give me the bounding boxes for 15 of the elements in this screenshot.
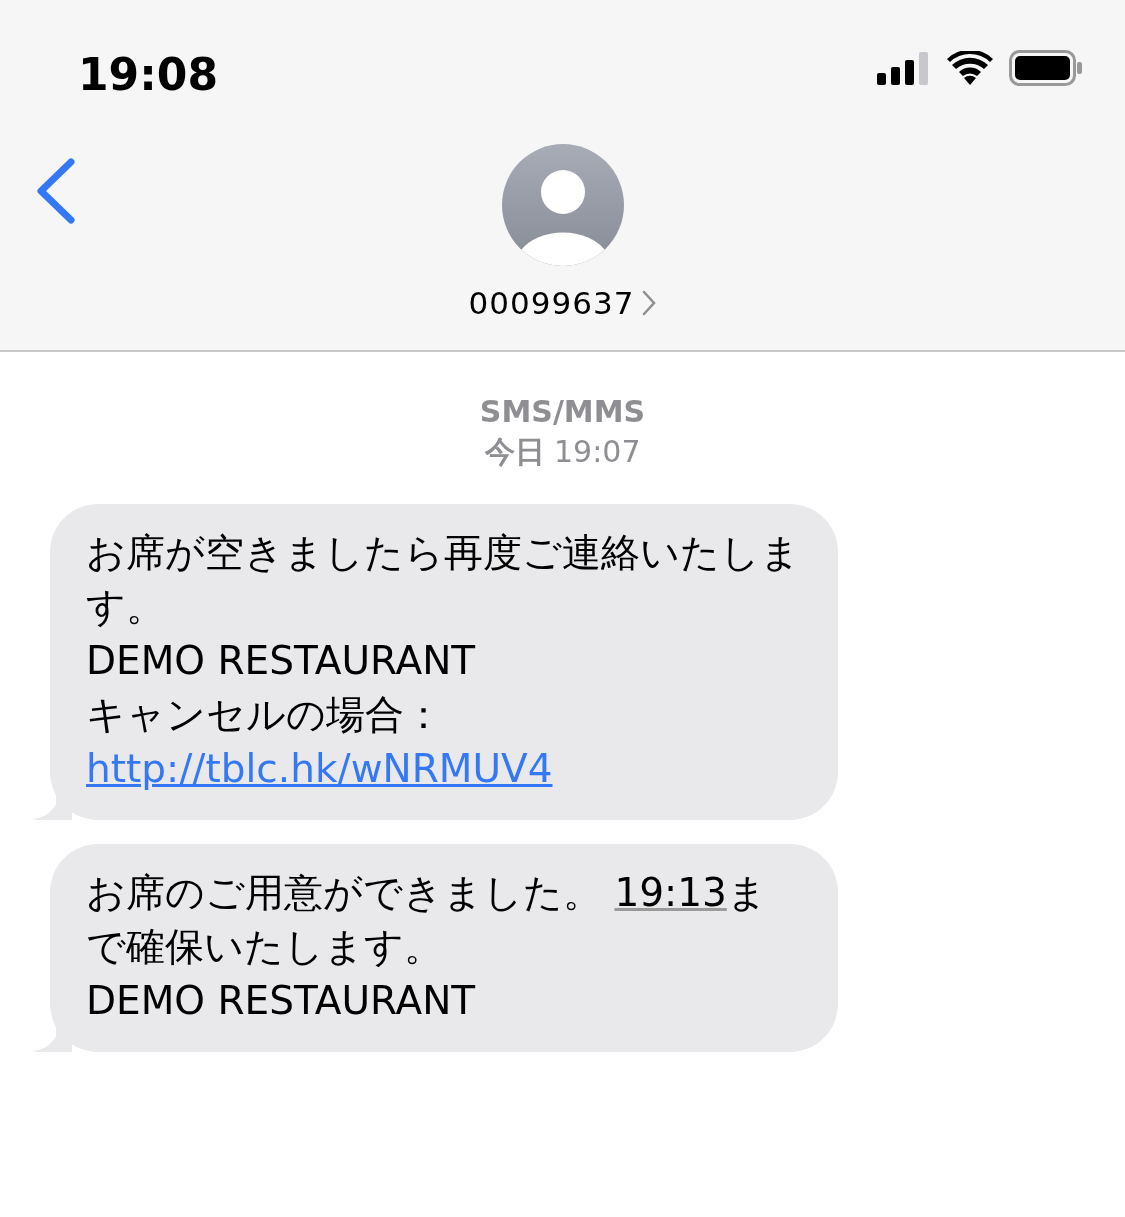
signal-icon bbox=[877, 51, 931, 85]
message-text: キャンセルの場合： http://tblc.hk/wNRMUV4 bbox=[86, 691, 554, 793]
message-text: お席が空きましたら再度ご連絡いたします。 bbox=[86, 529, 801, 631]
chevron-icon bbox=[642, 290, 657, 317]
wifi-icon bbox=[947, 51, 993, 85]
service-label: SMS/MMS bbox=[479, 394, 646, 429]
message-text: DEMO RESTAURANT bbox=[86, 977, 477, 1025]
battery-icon bbox=[1009, 50, 1083, 86]
time-link[interactable]: 19:13 bbox=[614, 870, 727, 915]
contact-name[interactable]: 00099637 bbox=[468, 280, 657, 327]
message-text: DEMO RESTAURANT bbox=[86, 637, 477, 685]
timestamp: 今日 19:07 bbox=[484, 434, 641, 469]
back-button[interactable] bbox=[34, 158, 76, 224]
status-time: 19:08 bbox=[78, 48, 219, 102]
message-text: お席のご用意ができました。 19:13 まで確保いたします。 bbox=[86, 869, 768, 971]
